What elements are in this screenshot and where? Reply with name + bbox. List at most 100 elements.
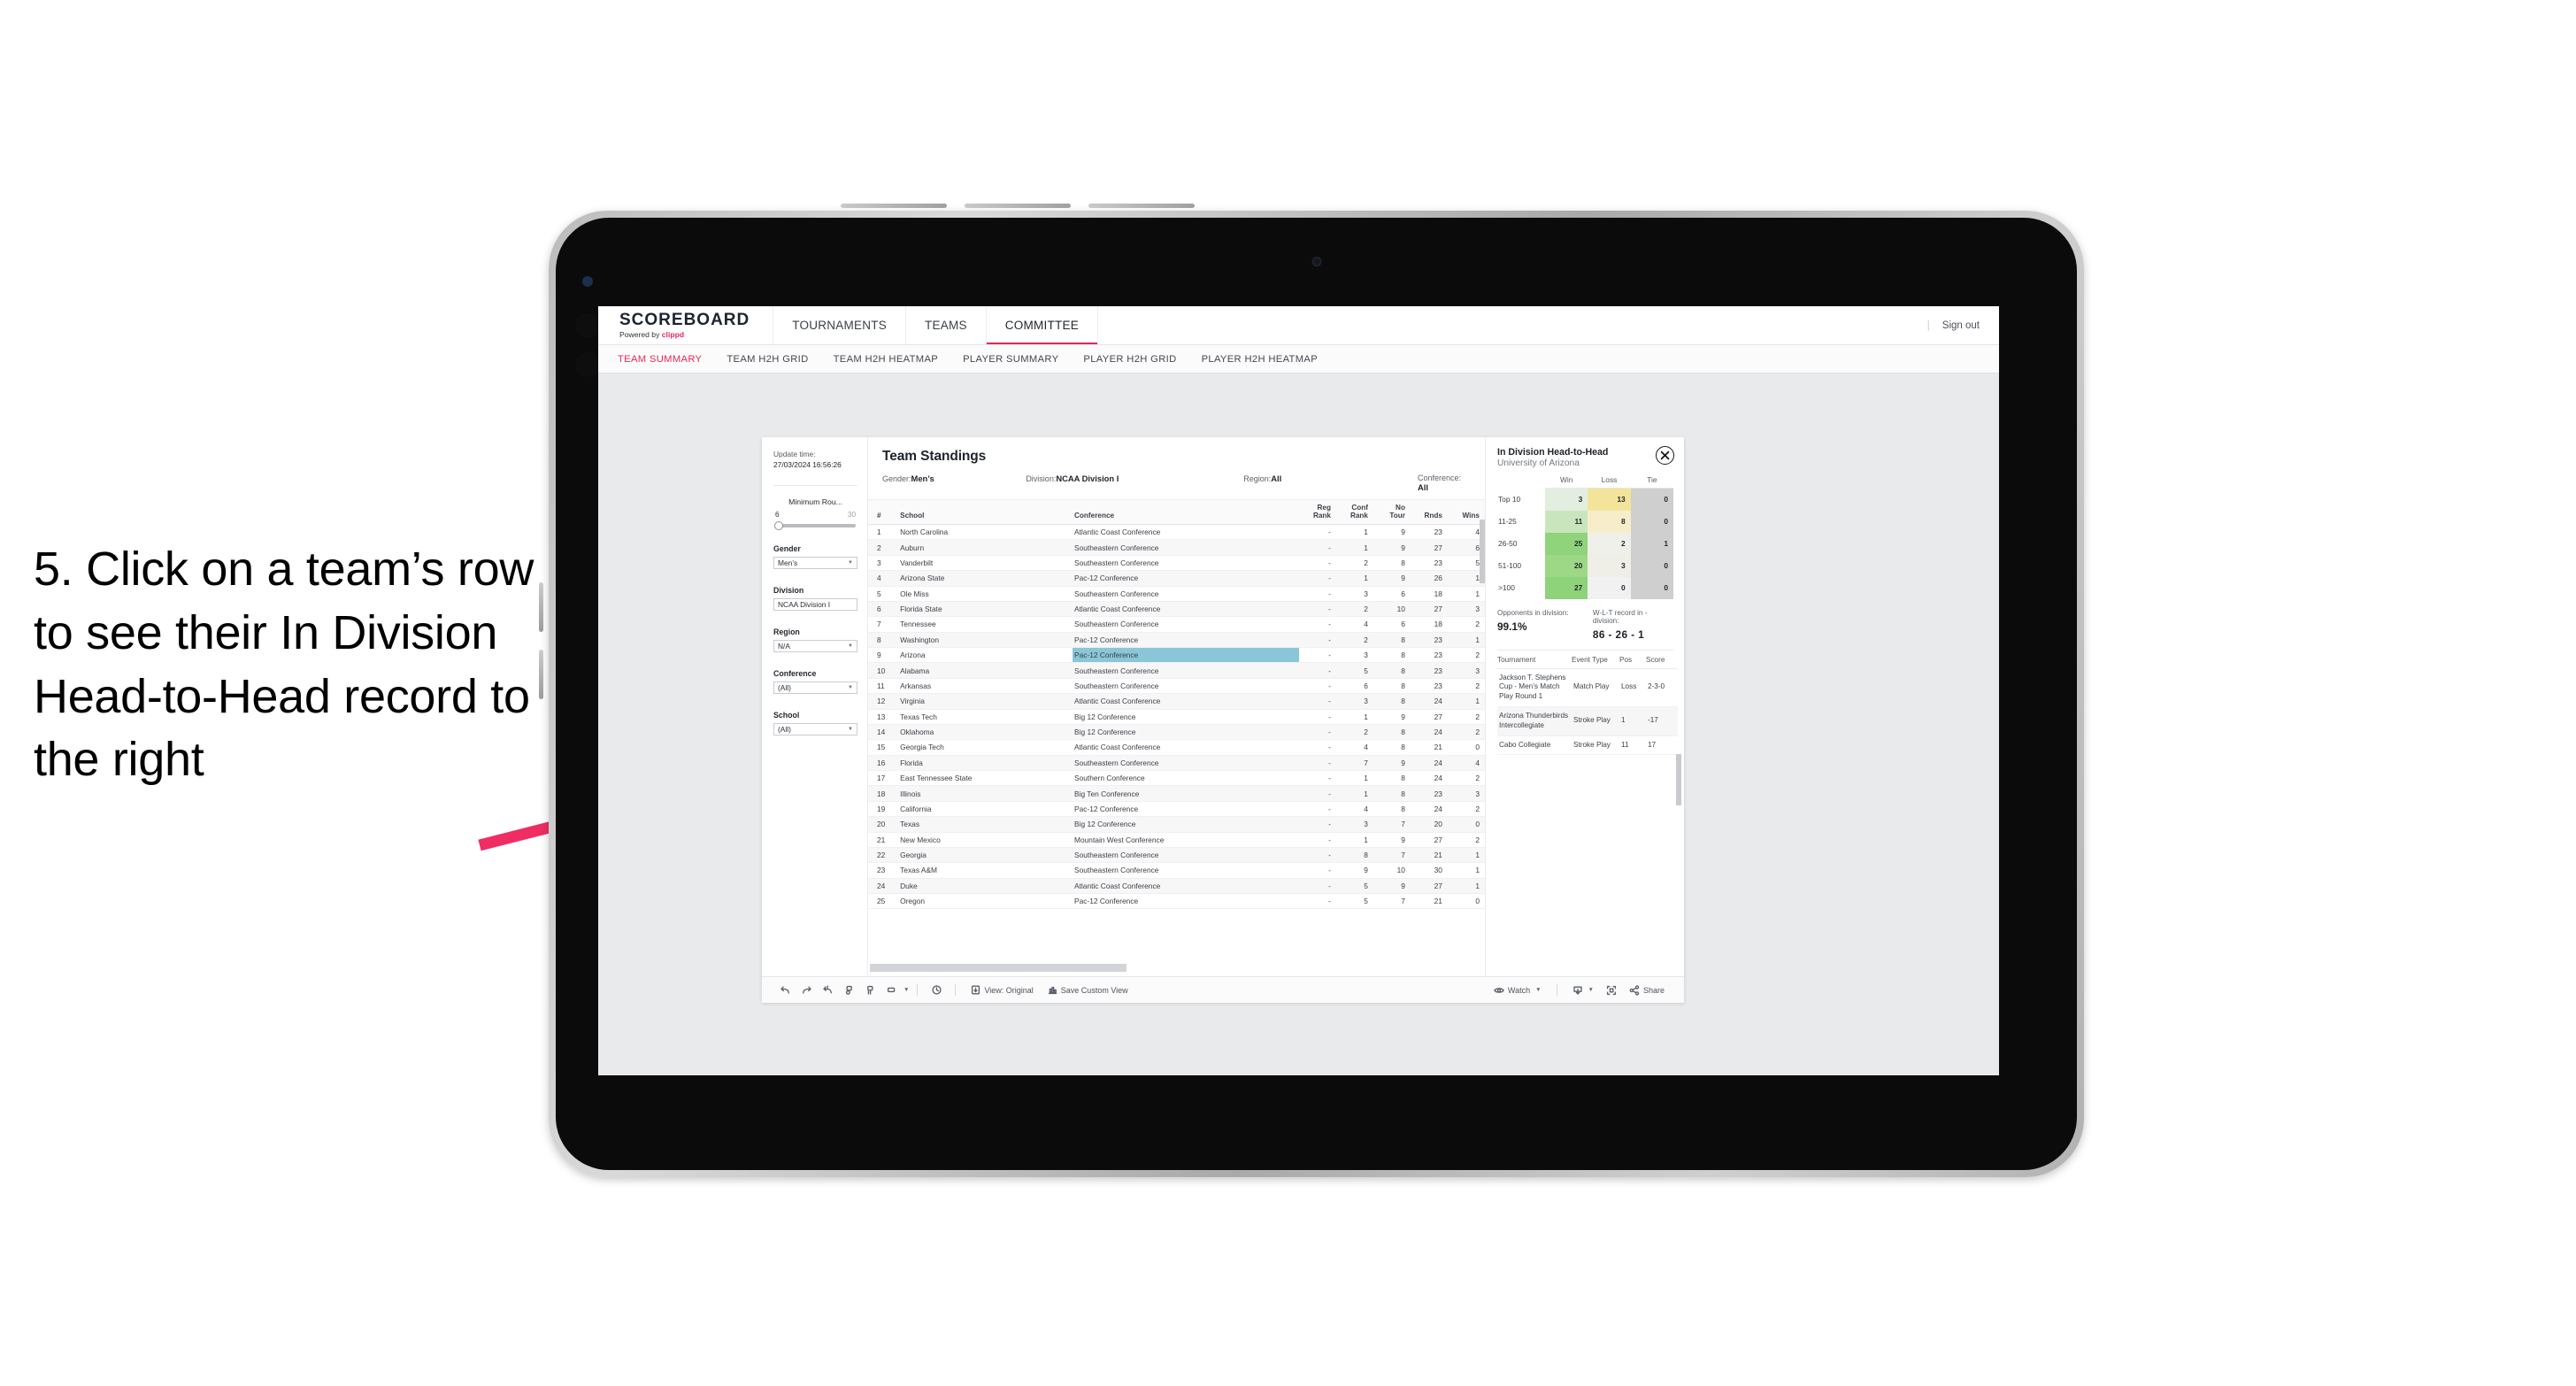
fullscreen-icon[interactable] <box>1601 985 1622 996</box>
tournament-row[interactable]: Arizona Thunderbirds Intercollegiate Stro… <box>1497 706 1678 736</box>
filter-conference-select[interactable]: (All) ▼ <box>773 681 857 694</box>
tab-team-h2h-heatmap[interactable]: TEAM H2H HEATMAP <box>834 354 939 365</box>
tournaments-scrollbar[interactable] <box>1676 754 1681 805</box>
minimum-rounds-slider[interactable] <box>774 520 856 531</box>
nav-tournaments[interactable]: TOURNAMENTS <box>773 306 906 344</box>
col-rank[interactable]: # <box>868 500 899 526</box>
chevron-down-icon[interactable]: ▼ <box>1535 987 1541 993</box>
workspace: Update time: 27/03/2024 16:56:26 Minimum… <box>598 373 1999 1075</box>
filter-region: Region N/A ▼ <box>773 628 857 652</box>
table-row[interactable]: 10 Alabama Southeastern Conference -5 8 23 3 <box>868 662 1485 679</box>
tab-team-summary[interactable]: TEAM SUMMARY <box>618 354 702 365</box>
cell-school: Georgia <box>898 847 1073 864</box>
table-row[interactable]: 8 Washington Pac-12 Conference -2 8 23 1 <box>868 632 1485 649</box>
table-row[interactable]: 6 Florida State Atlantic Coast Conference -… <box>868 601 1485 618</box>
tab-player-summary[interactable]: PLAYER SUMMARY <box>963 354 1058 365</box>
filter-conference-label: Conference <box>773 668 817 678</box>
table-row[interactable]: 11 Arkansas Southeastern Conference -6 8 23 2 <box>868 678 1485 695</box>
cell-wins: 2 <box>1447 678 1485 695</box>
cell-conference: Atlantic Coast Conference <box>1073 878 1299 895</box>
redo-icon[interactable] <box>796 984 817 996</box>
cell-conference: Big 12 Conference <box>1073 724 1299 741</box>
tournament-row[interactable]: Jackson T. Stephens Cup - Men’s Match Pl… <box>1497 668 1678 707</box>
table-row[interactable]: 20 Texas Big 12 Conference -3 7 20 0 <box>868 816 1485 833</box>
save-custom-view-button[interactable]: Save Custom View <box>1041 985 1135 995</box>
cell-no-tour: 8 <box>1373 693 1411 710</box>
cell-school: Texas A&M <box>898 862 1073 879</box>
col-school[interactable]: School <box>898 500 1073 526</box>
view-original-button[interactable]: View: Original <box>964 985 1040 995</box>
table-row[interactable]: 22 Georgia Southeastern Conference -8 7 21 1 <box>868 847 1485 864</box>
slider-handle[interactable] <box>774 520 783 531</box>
opponents-stat: Opponents in division: 99.1% <box>1497 609 1593 641</box>
table-row[interactable]: 7 Tennessee Southeastern Conference -4 6 18 2 <box>868 616 1485 633</box>
table-row[interactable]: 14 Oklahoma Big 12 Conference -2 8 24 2 <box>868 724 1485 741</box>
table-row[interactable]: 12 Virginia Atlantic Coast Conference -3 8 24… <box>868 693 1485 710</box>
table-row[interactable]: 15 Georgia Tech Atlantic Coast Conference -… <box>868 739 1485 756</box>
share-button[interactable]: Share <box>1622 984 1672 996</box>
tournament-row[interactable]: Cabo Collegiate Stroke Play 11 17 <box>1497 735 1678 756</box>
table-row[interactable]: 9 Arizona Pac-12 Conference -3 8 23 2 <box>868 647 1485 664</box>
table-row[interactable]: 19 California Pac-12 Conference -4 8 24 2 <box>868 801 1485 818</box>
table-row[interactable]: 23 Texas A&M Southeastern Conference -9 10 30… <box>868 862 1485 879</box>
table-horizontal-scrollbar[interactable] <box>870 964 1127 972</box>
nav-teams[interactable]: TEAMS <box>906 306 987 344</box>
h2h-row: 26-50 25 2 1 <box>1497 532 1673 555</box>
nav-committee[interactable]: COMMITTEE <box>986 306 1099 344</box>
col-rnds[interactable]: Rnds <box>1410 500 1448 526</box>
filter-region-select[interactable]: N/A ▼ <box>773 639 857 652</box>
tab-player-h2h-heatmap[interactable]: PLAYER H2H HEATMAP <box>1202 354 1318 365</box>
table-row[interactable]: 5 Ole Miss Southeastern Conference -3 6 18 1 <box>868 586 1485 602</box>
filter-school-select[interactable]: (All) ▼ <box>773 722 857 735</box>
cell-no-tour: 6 <box>1373 616 1411 633</box>
col-conf-rank[interactable]: Conf Rank <box>1335 500 1373 526</box>
filter-gender-select[interactable]: Men’s ▼ <box>773 556 857 569</box>
undo-icon[interactable] <box>774 984 796 996</box>
watch-button[interactable]: Watch ▼ <box>1487 985 1549 996</box>
chevron-down-icon[interactable]: ▼ <box>904 987 909 993</box>
cell-conf-rank: 8 <box>1335 847 1373 864</box>
cell-no-tour: 7 <box>1373 816 1411 833</box>
table-row[interactable]: 24 Duke Atlantic Coast Conference -5 9 27 1 <box>868 878 1485 895</box>
table-row[interactable]: 21 New Mexico Mountain West Conference -1 9 2… <box>868 832 1485 848</box>
col-no-tour[interactable]: No Tour <box>1373 500 1411 526</box>
table-row[interactable]: 13 Texas Tech Big 12 Conference -1 9 27 2 <box>868 709 1485 725</box>
head-to-head-panel: In Division Head-to-Head University of A… <box>1485 437 1684 976</box>
cell-rnds: 27 <box>1410 539 1448 556</box>
refresh-data-icon[interactable] <box>859 984 880 996</box>
cell-rnds: 18 <box>1410 586 1448 602</box>
table-row[interactable]: 4 Arizona State Pac-12 Conference -1 9 26 1 <box>868 570 1485 587</box>
table-row[interactable]: 25 Oregon Pac-12 Conference -5 7 21 0 <box>868 893 1485 910</box>
col-conference[interactable]: Conference <box>1073 500 1299 526</box>
revert-icon[interactable] <box>817 984 838 996</box>
table-header-row: # School Conference Reg Rank Conf Rank No T… <box>868 500 1485 526</box>
table-row[interactable]: 1 North Carolina Atlantic Coast Conference… <box>868 524 1485 541</box>
cell-score: 2-3-0 <box>1646 668 1678 707</box>
tab-player-h2h-grid[interactable]: PLAYER H2H GRID <box>1083 354 1176 365</box>
filter-conference-value: (All) <box>778 682 791 692</box>
cell-no-tour: 6 <box>1373 586 1411 602</box>
close-icon[interactable] <box>1656 446 1674 465</box>
table-row[interactable]: 18 Illinois Big Ten Conference -1 8 23 3 <box>868 785 1485 802</box>
sign-out-link[interactable]: Sign out <box>1942 320 1980 331</box>
cell-no-tour: 8 <box>1373 678 1411 695</box>
cell-rnds: 21 <box>1410 893 1448 910</box>
col-reg-rank[interactable]: Reg Rank <box>1298 500 1336 526</box>
cell-no-tour: 8 <box>1373 801 1411 818</box>
download-button[interactable]: ▼ <box>1565 985 1601 996</box>
cell-reg-rank: - <box>1298 693 1336 710</box>
chevron-down-icon[interactable]: ▼ <box>1588 987 1594 993</box>
cell-conference: Atlantic Coast Conference <box>1073 693 1299 710</box>
cell-rank: 17 <box>868 770 899 787</box>
table-row[interactable]: 3 Vanderbilt Southeastern Conference -2 8 23 5 <box>868 555 1485 572</box>
tab-team-h2h-grid[interactable]: TEAM H2H GRID <box>727 354 808 365</box>
layout-icon[interactable] <box>880 984 902 996</box>
table-row[interactable]: 2 Auburn Southeastern Conference -1 9 27 6 <box>868 539 1485 556</box>
cell-no-tour: 9 <box>1373 709 1411 725</box>
clock-icon[interactable] <box>926 984 947 996</box>
table-row[interactable]: 17 East Tennessee State Southern Conferenc… <box>868 770 1485 787</box>
cell-conference: Southeastern Conference <box>1073 662 1299 679</box>
pause-icon[interactable] <box>838 984 859 996</box>
table-row[interactable]: 16 Florida Southeastern Conference -7 9 24 4 <box>868 755 1485 772</box>
filter-division-select[interactable]: NCAA Division I <box>773 597 857 611</box>
